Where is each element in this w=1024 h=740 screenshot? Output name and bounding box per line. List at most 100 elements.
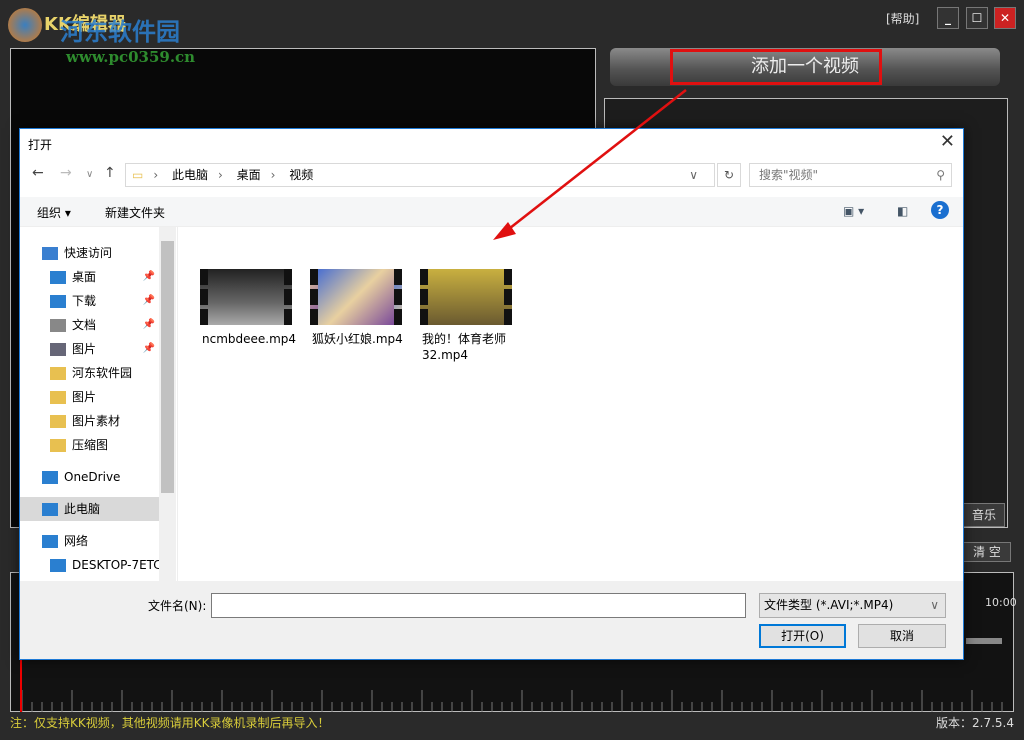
preview-pane-icon[interactable]: ◧ <box>897 204 908 218</box>
file-item[interactable]: 狐妖小红娘.mp4 <box>308 269 408 347</box>
nav-item-label: 桌面 <box>72 270 97 284</box>
refresh-icon[interactable]: ↻ <box>717 163 741 187</box>
download-icon <box>50 295 66 308</box>
version-label: 版本：2.7.5.4 <box>936 716 1014 730</box>
playhead[interactable] <box>20 660 22 712</box>
nav-item-label: 图片 <box>72 390 97 404</box>
view-options-icon[interactable]: ▣ ▾ <box>843 204 864 218</box>
video-thumbnail <box>310 269 402 325</box>
filetype-select[interactable]: 文件类型 (*.AVI;*.MP4) ∨ <box>759 593 946 618</box>
forward-icon[interactable]: → <box>60 165 72 181</box>
computer-icon <box>42 503 58 516</box>
chevron-down-icon: ∨ <box>930 598 939 612</box>
dialog-footer: 文件名(N): 文件类型 (*.AVI;*.MP4) ∨ 打开(O) 取消 <box>20 581 963 659</box>
nav-item-label: 图片 <box>72 342 97 356</box>
pin-icon[interactable]: 📌 <box>143 337 155 361</box>
nav-item-label: OneDrive <box>64 470 121 484</box>
folder-icon <box>50 367 66 380</box>
breadcrumb-item[interactable]: 视频 <box>289 168 313 182</box>
breadcrumb-item[interactable]: 桌面 <box>237 168 261 182</box>
network-icon <box>42 535 58 548</box>
nav-item-label: 河东软件园 <box>72 366 133 380</box>
open-button[interactable]: 打开(O) <box>759 624 846 648</box>
desktop-icon <box>50 271 66 284</box>
timeline-scrollbar[interactable] <box>966 638 1002 644</box>
onedrive-icon <box>42 471 58 484</box>
watermark-text: 河东软件园 <box>60 18 180 46</box>
watermark-url: www.pc0359.cn <box>66 48 196 66</box>
file-item[interactable]: 我的！体育老师32.mp4 <box>418 269 518 363</box>
nav-item[interactable]: DESKTOP-7ETC <box>20 553 159 577</box>
pin-icon[interactable]: 📌 <box>143 289 155 313</box>
nav-item[interactable]: 文档 📌 <box>20 313 159 337</box>
nav-item[interactable]: 河东软件园 <box>20 361 159 385</box>
nav-item-label: 压缩图 <box>72 438 109 452</box>
nav-scrollbar-thumb[interactable] <box>161 241 174 493</box>
help-icon[interactable]: ? <box>931 201 949 219</box>
video-thumbnail <box>200 269 292 325</box>
nav-item-label: 下载 <box>72 294 97 308</box>
nav-item[interactable]: 快速访问 <box>20 241 159 265</box>
clear-button[interactable]: 清 空 <box>963 542 1011 562</box>
timeline-time-label: 10:00 <box>985 596 1017 609</box>
nav-item[interactable]: 网络 <box>20 529 159 553</box>
pin-icon[interactable]: 📌 <box>143 265 155 289</box>
pin-icon[interactable]: 📌 <box>143 313 155 337</box>
file-name: ncmbdeee.mp4 <box>202 332 297 346</box>
pictures-icon <box>50 343 66 356</box>
nav-item[interactable]: 图片 📌 <box>20 337 159 361</box>
nav-item-label: 此电脑 <box>64 502 101 516</box>
filetype-value: 文件类型 (*.AVI;*.MP4) <box>764 598 894 612</box>
search-input[interactable]: 搜索"视频" ⚲ <box>749 163 952 187</box>
nav-item[interactable]: 此电脑 <box>20 497 159 521</box>
organize-button[interactable]: 组织 ▾ <box>37 204 71 221</box>
minimize-button[interactable]: _ <box>937 7 959 29</box>
breadcrumb-item[interactable]: 此电脑 <box>172 168 208 182</box>
file-list: ncmbdeee.mp4 狐妖小红娘.mp4 我的！体育老师32.mp4 <box>177 227 963 581</box>
video-thumbnail <box>420 269 512 325</box>
nav-item-label: 快速访问 <box>64 246 113 260</box>
star-icon <box>42 247 58 260</box>
up-icon[interactable]: ↑ <box>104 165 116 181</box>
highlight-box <box>670 49 882 85</box>
music-button[interactable]: 音乐 <box>963 503 1005 527</box>
open-file-dialog: 打开 ✕ ← → ∨ ↑ ▭ › 此电脑 › 桌面 › 视频 ∨ ↻ 搜索"视频" ⚲ … <box>19 128 964 660</box>
nav-item-label: 图片素材 <box>72 414 121 428</box>
app-logo <box>8 8 42 42</box>
filename-label: 文件名(N): <box>148 599 207 613</box>
nav-item[interactable]: 图片 <box>20 385 159 409</box>
folder-icon: ▭ <box>132 168 144 182</box>
filename-input[interactable] <box>211 593 746 618</box>
maximize-button[interactable]: ☐ <box>966 7 988 29</box>
nav-item[interactable]: OneDrive <box>20 465 159 489</box>
footer-note: 注：仅支持KK视频，其他视频请用KK录像机录制后再导入！ <box>10 716 330 730</box>
file-item[interactable]: ncmbdeee.mp4 <box>198 269 298 347</box>
file-name: 狐妖小红娘.mp4 <box>312 332 403 346</box>
folder-icon <box>50 439 66 452</box>
recent-dropdown-icon[interactable]: ∨ <box>86 169 93 180</box>
dialog-title: 打开 <box>28 138 53 152</box>
address-bar[interactable]: ▭ › 此电脑 › 桌面 › 视频 ∨ <box>125 163 715 187</box>
nav-item-label: DESKTOP-7ETC <box>72 558 159 572</box>
help-link[interactable]: [帮助] <box>886 10 919 27</box>
nav-item[interactable]: 下载 📌 <box>20 289 159 313</box>
chevron-down-icon[interactable]: ∨ <box>689 164 698 186</box>
folder-icon <box>50 391 66 404</box>
new-folder-button[interactable]: 新建文件夹 <box>105 204 165 221</box>
search-icon: ⚲ <box>936 168 945 182</box>
document-icon <box>50 319 66 332</box>
close-button[interactable]: ✕ <box>994 7 1016 29</box>
computer-icon <box>50 559 66 572</box>
timeline-ticks <box>21 690 1003 712</box>
back-icon[interactable]: ← <box>32 165 44 181</box>
file-name: 我的！体育老师32.mp4 <box>422 332 507 362</box>
dialog-close-button[interactable]: ✕ <box>940 131 955 152</box>
nav-item[interactable]: 压缩图 <box>20 433 159 457</box>
search-placeholder: 搜索"视频" <box>759 168 819 182</box>
nav-item-label: 网络 <box>64 534 89 548</box>
cancel-button[interactable]: 取消 <box>858 624 946 648</box>
nav-item[interactable]: 桌面 📌 <box>20 265 159 289</box>
nav-item[interactable]: 图片素材 <box>20 409 159 433</box>
dialog-toolbar: 组织 ▾ 新建文件夹 ▣ ▾ ◧ ? <box>20 197 963 227</box>
navigation-pane: 快速访问 桌面 📌 下载 📌 文档 📌 图片 📌 河东软件园 图片 图片素材 压缩图 OneDrive 此电… <box>20 227 177 581</box>
